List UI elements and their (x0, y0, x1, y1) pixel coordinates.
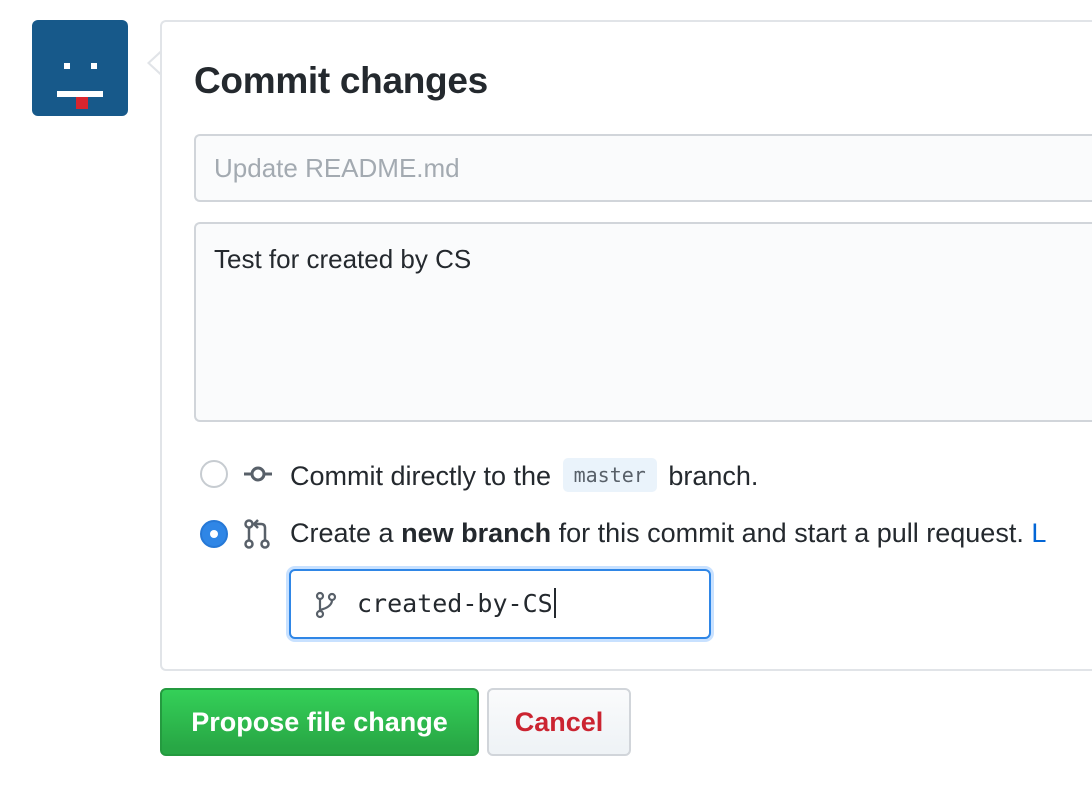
cancel-button[interactable]: Cancel (487, 688, 631, 756)
option-new-branch-suffix: for this commit and start a pull request… (558, 518, 1024, 548)
option-new-branch-prefix: Create a (290, 518, 394, 548)
avatar-tongue (76, 97, 88, 109)
avatar-eye-left (64, 63, 70, 69)
learn-more-link[interactable]: L (1031, 518, 1046, 548)
branch-name-code: master (562, 458, 657, 492)
git-commit-icon (242, 462, 274, 491)
option-commit-direct-label[interactable]: Commit directly to the master branch. (290, 458, 758, 492)
commit-description-textarea[interactable] (194, 222, 1092, 422)
option-new-branch-label[interactable]: Create a new branch for this commit and … (290, 518, 1046, 549)
commit-summary-input[interactable] (194, 134, 1092, 202)
radio-new-branch[interactable] (200, 520, 228, 548)
propose-file-change-button[interactable]: Propose file change (160, 688, 479, 756)
git-pull-request-icon (243, 518, 271, 555)
git-branch-icon (315, 591, 337, 624)
commit-title: Commit changes (194, 60, 488, 101)
radio-commit-direct[interactable] (200, 460, 228, 488)
avatar-eye-right (91, 63, 97, 69)
new-branch-name-input[interactable]: created-by-CS (289, 569, 711, 639)
user-avatar[interactable] (32, 20, 128, 116)
text-cursor (553, 588, 556, 618)
panel-caret (147, 50, 162, 76)
option-direct-suffix: branch. (668, 461, 759, 491)
option-new-branch-bold: new branch (401, 518, 552, 548)
option-direct-prefix: Commit directly to the (290, 461, 552, 491)
branch-name-value-wrap: created-by-CS (357, 588, 556, 618)
branch-name-value: created-by-CS (357, 589, 553, 618)
